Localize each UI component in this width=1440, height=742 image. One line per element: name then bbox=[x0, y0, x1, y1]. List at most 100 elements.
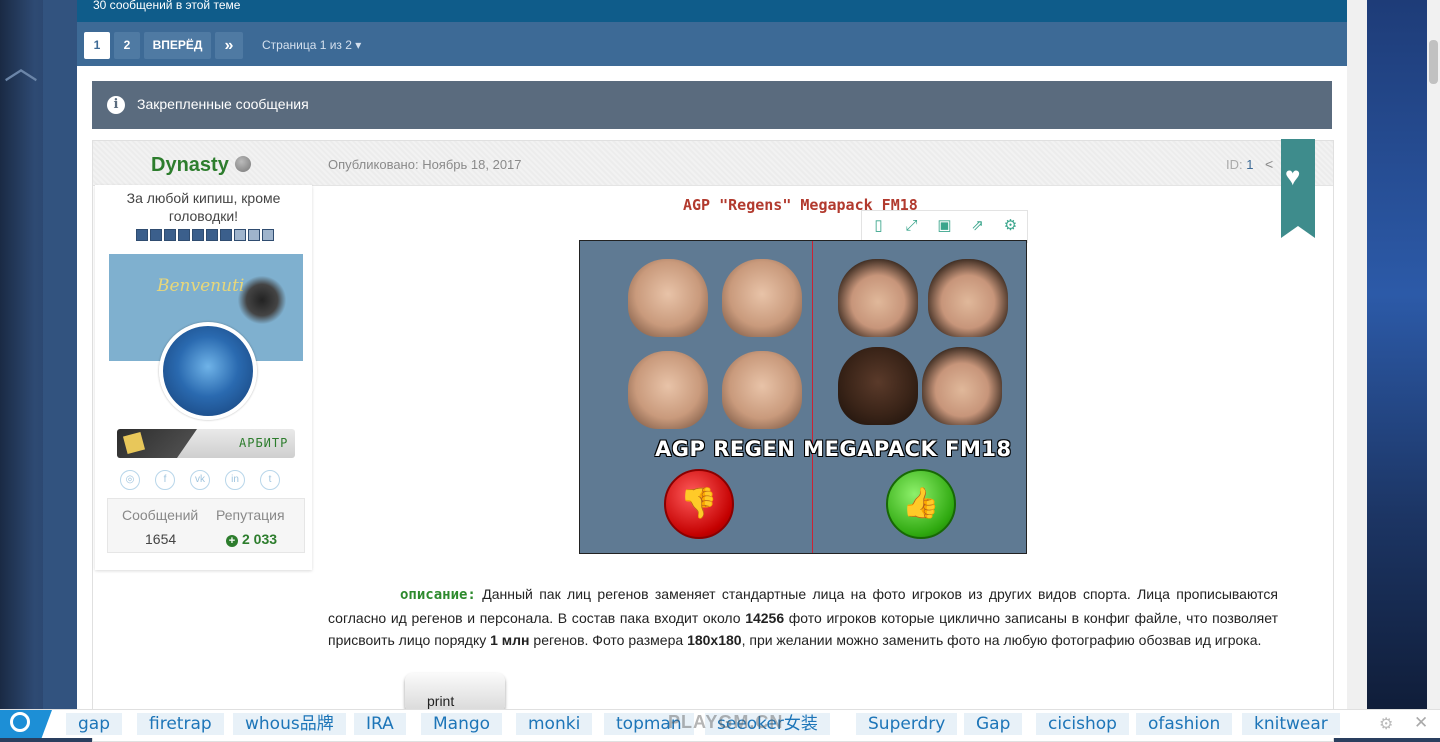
rank-pip bbox=[192, 229, 204, 241]
reputation-value: 2 033 bbox=[242, 531, 278, 547]
last-page-button[interactable]: » bbox=[215, 32, 243, 59]
page-scrollbar[interactable] bbox=[1427, 0, 1440, 737]
page-button-2[interactable]: 2 bbox=[114, 32, 140, 59]
photo-count: 14256 bbox=[745, 609, 785, 626]
keyboard-key-label: print bbox=[427, 693, 455, 709]
online-status-icon bbox=[235, 156, 251, 172]
photo-face-2 bbox=[928, 259, 1008, 337]
search-logo-icon[interactable] bbox=[0, 710, 52, 738]
regen-count: 1 млн bbox=[490, 632, 530, 648]
thumbs-down-icon: 👎 bbox=[664, 469, 734, 539]
post-image[interactable]: AGP REGEN MEGAPACK FM18 👎 👍 bbox=[579, 240, 1027, 554]
folder-icon bbox=[122, 431, 146, 455]
image-title: AGP REGEN MEGAPACK FM18 bbox=[655, 437, 1012, 461]
ad-tag[interactable]: firetrap bbox=[137, 713, 224, 735]
linkedin-icon[interactable]: in bbox=[225, 470, 245, 490]
settings-icon[interactable]: ⚙ bbox=[1002, 217, 1019, 234]
post-id-value: 1 bbox=[1246, 157, 1254, 172]
forum-post: Dynasty Опубликовано: Ноябрь 18, 2017 ID… bbox=[92, 139, 1334, 742]
expand-icon[interactable]: ⤢ bbox=[903, 217, 920, 234]
ad-tag[interactable]: IRA bbox=[354, 713, 406, 735]
plus-icon: + bbox=[226, 535, 238, 547]
post-id[interactable]: ID: 1 bbox=[1226, 157, 1253, 172]
post-id-label: ID: bbox=[1226, 157, 1243, 172]
info-icon: i bbox=[107, 96, 125, 114]
author-card: За любой кипиш, кроме головодки! Benvenu… bbox=[95, 185, 312, 570]
ad-tag[interactable]: Superdry bbox=[856, 713, 958, 735]
rank-pip bbox=[220, 229, 232, 241]
avatar[interactable] bbox=[159, 322, 257, 420]
posts-count-value[interactable]: 1654 bbox=[145, 531, 176, 547]
fit-icon[interactable]: ▯ bbox=[870, 217, 887, 234]
instagram-icon[interactable]: ◎ bbox=[120, 470, 140, 490]
share-icon[interactable]: ⇗ bbox=[969, 217, 986, 234]
author-title: За любой кипиш, кроме головодки! bbox=[126, 190, 281, 224]
rank-pip bbox=[234, 229, 246, 241]
pagination-bar: 1 2 ВПЕРЁД » Страница 1 из 2 ▾ bbox=[77, 22, 1347, 66]
ad-tag-bar: gap firetrap whous品牌 IRA Mango monki top… bbox=[0, 709, 1440, 738]
keyboard-key-image: print bbox=[405, 673, 505, 713]
ad-tag[interactable]: whous品牌 bbox=[233, 713, 346, 735]
description-text-4: , при желании можно заменить фото на люб… bbox=[741, 632, 1262, 648]
posts-count-label: Сообщений bbox=[122, 507, 199, 523]
group-badge-stripe bbox=[117, 429, 197, 458]
rank-pip bbox=[262, 229, 274, 241]
ad-tag[interactable]: ofashion bbox=[1136, 713, 1233, 735]
pinned-messages-bar[interactable]: i Закрепленные сообщения bbox=[92, 81, 1332, 129]
page-scrollbar-thumb[interactable] bbox=[1429, 40, 1438, 84]
page-button-1[interactable]: 1 bbox=[84, 32, 110, 59]
page-info-dropdown[interactable]: Страница 1 из 2 ▾ bbox=[262, 32, 361, 59]
regen-face-1 bbox=[628, 259, 708, 337]
gear-icon[interactable]: ⚙ bbox=[1379, 714, 1393, 734]
post-description: описание: Данный пак лиц регенов заменяе… bbox=[328, 583, 1278, 652]
save-icon[interactable]: ▣ bbox=[936, 217, 953, 234]
share-icon[interactable]: < bbox=[1265, 156, 1273, 172]
rank-pip bbox=[164, 229, 176, 241]
banner-script-text: Benvenuti bbox=[157, 276, 245, 296]
thumbs-up-icon: 👍 bbox=[886, 469, 956, 539]
vk-icon[interactable]: vk bbox=[190, 470, 210, 490]
author-name[interactable]: Dynasty bbox=[151, 154, 229, 177]
group-badge: АРБИТР bbox=[117, 429, 295, 458]
rank-pip bbox=[206, 229, 218, 241]
close-icon[interactable]: ✕ bbox=[1414, 713, 1428, 733]
rank-bars bbox=[136, 229, 276, 241]
ad-tag[interactable]: monki bbox=[516, 713, 593, 735]
next-page-button[interactable]: ВПЕРЁД bbox=[144, 32, 211, 59]
ad-tag[interactable]: cicishop bbox=[1036, 713, 1129, 735]
ad-tag[interactable]: Gap bbox=[964, 713, 1023, 735]
regen-face-4 bbox=[722, 351, 802, 429]
topic-post-count: 30 сообщений в этой теме bbox=[93, 0, 241, 12]
like-ribbon[interactable]: ♥ bbox=[1281, 139, 1315, 238]
regen-face-3 bbox=[628, 351, 708, 429]
ad-tag[interactable]: gap bbox=[66, 713, 122, 735]
group-badge-label: АРБИТР bbox=[239, 436, 289, 450]
topic-info-strip: 30 сообщений в этой теме bbox=[77, 0, 1347, 22]
ad-tag[interactable]: knitwear bbox=[1242, 713, 1340, 735]
photo-face-4 bbox=[922, 347, 1002, 425]
post-header: Dynasty Опубликовано: Ноябрь 18, 2017 ID… bbox=[93, 139, 1333, 238]
image-toolbar: ▯ ⤢ ▣ ⇗ ⚙ bbox=[861, 210, 1028, 243]
reputation-value-wrap: +2 033 bbox=[226, 531, 277, 547]
scroll-to-top-icon[interactable]: ︿ bbox=[2, 51, 40, 85]
forum-page: 30 сообщений в этой теме 1 2 ВПЕРЁД » Ст… bbox=[77, 0, 1347, 742]
author-stats: Сообщений 1654 Репутация +2 033 bbox=[107, 498, 305, 553]
background-right-inner bbox=[1347, 0, 1367, 737]
rank-pip bbox=[248, 229, 260, 241]
description-text-3: регенов. Фото размера bbox=[529, 632, 688, 648]
published-date: Опубликовано: Ноябрь 18, 2017 bbox=[328, 157, 522, 172]
description-label: описание: bbox=[400, 587, 476, 603]
rank-pip bbox=[150, 229, 162, 241]
background-left-edge bbox=[43, 0, 77, 737]
facebook-icon[interactable]: f bbox=[155, 470, 175, 490]
photo-face-1 bbox=[838, 259, 918, 337]
rank-pip bbox=[178, 229, 190, 241]
pinned-messages-label: Закрепленные сообщения bbox=[137, 96, 309, 112]
twitter-icon[interactable]: t bbox=[260, 470, 280, 490]
social-links: ◎ f vk in t bbox=[120, 470, 295, 490]
ad-tag[interactable]: Mango bbox=[421, 713, 503, 735]
regen-face-2 bbox=[722, 259, 802, 337]
heart-icon: ♥ bbox=[1285, 161, 1301, 191]
photo-size: 180x180 bbox=[687, 632, 742, 648]
rank-pip bbox=[136, 229, 148, 241]
